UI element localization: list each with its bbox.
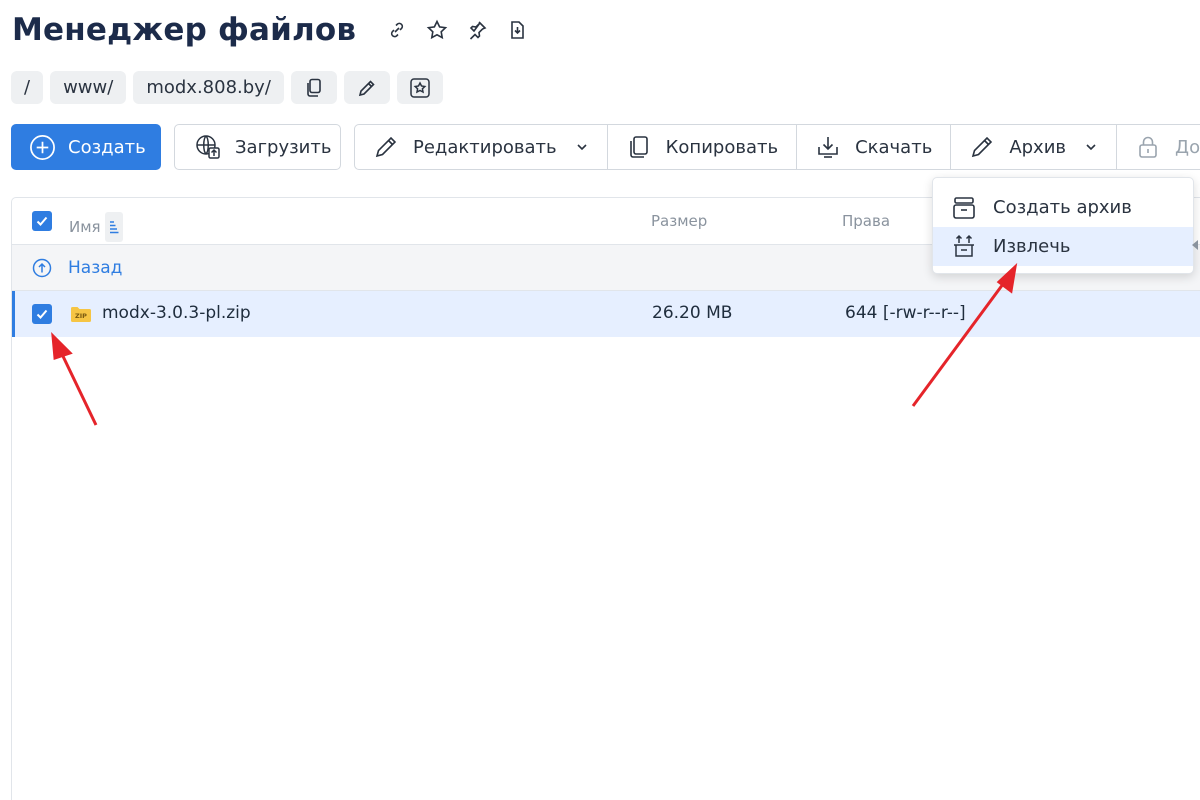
- breadcrumb-www[interactable]: www/: [50, 71, 127, 104]
- menu-item-extract[interactable]: Извлечь: [933, 227, 1193, 266]
- lock-icon: [1139, 136, 1157, 158]
- copy-path-button[interactable]: [290, 71, 337, 104]
- favorite-path-button[interactable]: [396, 71, 443, 104]
- check-icon: [36, 309, 48, 319]
- star-add-icon: [410, 77, 430, 98]
- download-icon: [818, 137, 838, 158]
- breadcrumb: / www/ modx.808.by/: [11, 71, 443, 104]
- pin-icon[interactable]: [466, 19, 488, 41]
- sort-icon[interactable]: [104, 212, 123, 242]
- download-button[interactable]: Скачать: [797, 125, 952, 169]
- action-group: Редактировать Копировать Скачать Архив Д…: [354, 124, 1200, 170]
- menu-item-create-archive-label: Создать архив: [993, 197, 1132, 218]
- pencil-icon: [358, 79, 375, 96]
- edit-button-label: Редактировать: [413, 136, 557, 158]
- upload-button-label: Загрузить: [235, 136, 332, 158]
- chevron-down-icon: [1086, 144, 1096, 151]
- column-permissions[interactable]: Права: [842, 212, 890, 230]
- copy-button-label: Копировать: [665, 136, 779, 158]
- breadcrumb-site[interactable]: modx.808.by/: [133, 71, 284, 104]
- toolbar: Создать Загрузить Редактировать Копирова…: [11, 124, 1200, 170]
- link-icon[interactable]: [386, 19, 408, 41]
- row-checkbox[interactable]: [32, 304, 52, 324]
- cursor-caret-icon: [1192, 240, 1198, 250]
- plus-circle-icon: [30, 134, 55, 160]
- zip-file-icon: ZIP: [71, 307, 91, 322]
- column-name[interactable]: Имя: [69, 212, 123, 242]
- breadcrumb-root[interactable]: /: [11, 71, 44, 104]
- title-row: Менеджер файлов: [12, 10, 528, 50]
- menu-item-create-archive[interactable]: Создать архив: [933, 188, 1193, 227]
- edit-button[interactable]: Редактировать: [355, 125, 608, 169]
- extract-icon: [954, 234, 974, 257]
- check-icon: [36, 216, 48, 226]
- title-actions: [386, 19, 528, 41]
- copy-icon: [629, 136, 648, 158]
- bookmark-download-icon[interactable]: [506, 19, 528, 41]
- table-row[interactable]: ZIP modx-3.0.3-pl.zip 26.20 MB 644 [-rw-…: [12, 291, 1200, 337]
- pencil-icon: [375, 136, 397, 158]
- archive-dropdown-menu: Создать архив Извлечь: [932, 177, 1194, 274]
- upload-button[interactable]: Загрузить: [174, 124, 341, 170]
- archive-button[interactable]: Архив: [951, 125, 1118, 169]
- star-icon[interactable]: [426, 19, 448, 41]
- archive-box-icon: [953, 196, 975, 219]
- menu-item-extract-label: Извлечь: [993, 236, 1071, 257]
- edit-path-button[interactable]: [343, 71, 390, 104]
- file-permissions: 644 [-rw-r--r--]: [845, 303, 966, 323]
- copy-icon: [307, 78, 321, 97]
- column-name-label: Имя: [69, 218, 101, 236]
- access-button[interactable]: Досту: [1117, 125, 1200, 169]
- file-table: Имя Размер Права Назад ZIP modx-3.0.3-pl…: [11, 197, 1200, 800]
- create-button-label: Создать: [68, 136, 146, 158]
- chevron-down-icon: [577, 144, 587, 151]
- copy-button[interactable]: Копировать: [608, 125, 798, 169]
- back-circle-icon: [32, 258, 52, 277]
- create-button[interactable]: Создать: [11, 124, 161, 170]
- svg-text:ZIP: ZIP: [75, 312, 87, 320]
- select-all-checkbox[interactable]: [32, 211, 52, 231]
- globe-upload-icon: [196, 135, 220, 159]
- access-button-label: Досту: [1175, 136, 1200, 158]
- file-size: 26.20 MB: [652, 303, 733, 323]
- archive-button-label: Архив: [1009, 136, 1067, 158]
- page-title: Менеджер файлов: [12, 12, 357, 48]
- download-button-label: Скачать: [855, 136, 933, 158]
- back-label: Назад: [68, 257, 123, 278]
- file-name[interactable]: modx-3.0.3-pl.zip: [102, 303, 251, 323]
- pencil-icon: [972, 136, 993, 158]
- column-size[interactable]: Размер: [651, 212, 707, 230]
